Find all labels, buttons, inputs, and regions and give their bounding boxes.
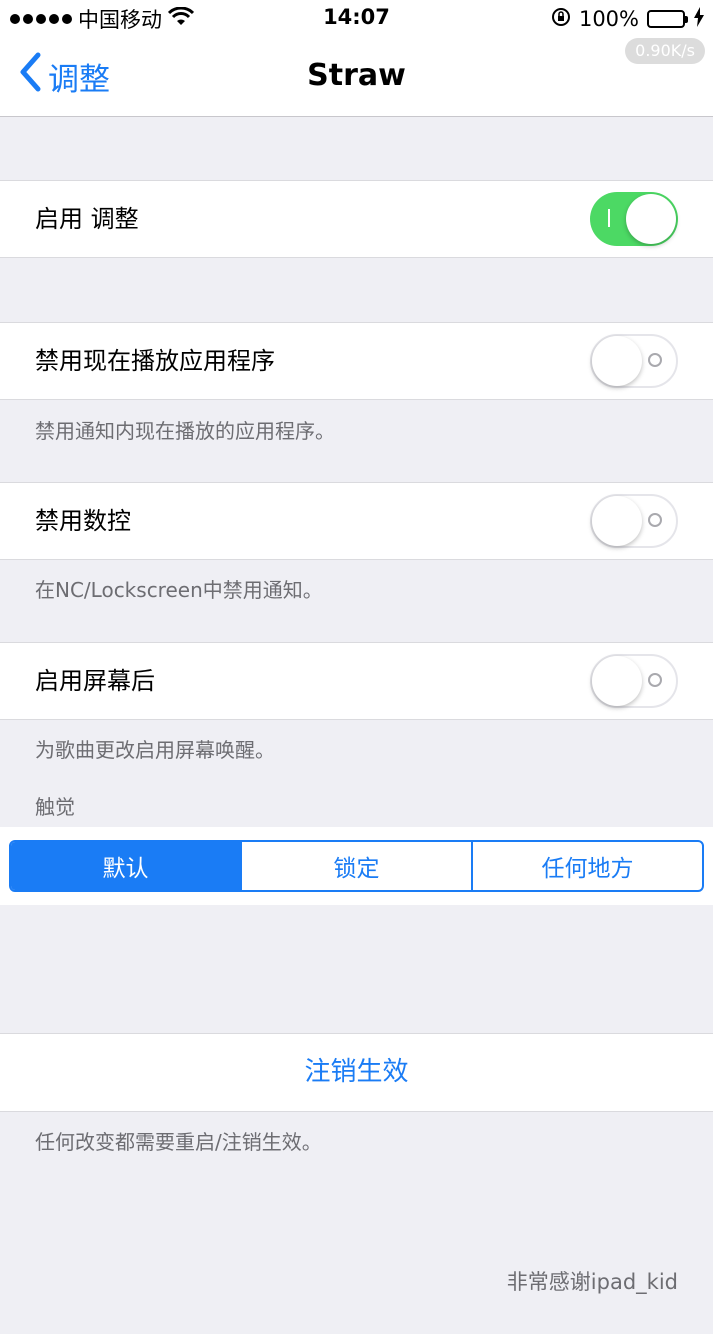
respring-footer: 任何改变都需要重启/注销生效。 — [35, 1130, 322, 1154]
haptics-segmented-control: 默认 锁定 任何地方 — [9, 840, 704, 892]
enable-screen-cell: 启用屏幕后 — [0, 642, 713, 720]
disable-nc-cell: 禁用数控 — [0, 482, 713, 560]
credit-text: 非常感谢ipad_kid — [506, 1270, 678, 1294]
navigation-bar: 调整 Straw — [0, 38, 713, 117]
disable-now-playing-label: 禁用现在播放应用程序 — [35, 347, 275, 375]
disable-now-playing-footer: 禁用通知内现在播放的应用程序。 — [35, 419, 335, 443]
segment-default[interactable]: 默认 — [11, 842, 240, 890]
disable-nc-label: 禁用数控 — [35, 507, 131, 535]
enable-tweak-cell: 启用 调整 — [0, 180, 713, 258]
enable-tweak-toggle[interactable] — [590, 192, 678, 246]
status-right: 100% — [551, 5, 705, 33]
enable-tweak-label: 启用 调整 — [35, 205, 139, 233]
segment-anywhere[interactable]: 任何地方 — [471, 842, 702, 890]
battery-icon — [647, 10, 688, 28]
enable-screen-footer: 为歌曲更改启用屏幕唤醒。 — [35, 738, 275, 762]
disable-now-playing-toggle[interactable] — [590, 334, 678, 388]
enable-screen-toggle[interactable] — [590, 654, 678, 708]
disable-nc-toggle[interactable] — [590, 494, 678, 548]
disable-now-playing-cell: 禁用现在播放应用程序 — [0, 322, 713, 400]
charging-bolt-icon — [693, 6, 705, 32]
haptics-header: 触觉 — [35, 795, 75, 819]
respring-button[interactable]: 注销生效 — [0, 1033, 713, 1112]
segment-lock[interactable]: 锁定 — [240, 842, 471, 890]
disable-nc-footer: 在NC/Lockscreen中禁用通知。 — [35, 578, 323, 602]
battery-percent: 100% — [578, 7, 639, 31]
haptics-segment-cell: 默认 锁定 任何地方 — [0, 827, 713, 905]
status-bar: 中国移动 14:07 100% — [0, 0, 713, 38]
network-speed-badge: 0.90K/s — [625, 38, 705, 64]
enable-screen-label: 启用屏幕后 — [35, 667, 155, 695]
page-title: Straw — [307, 58, 406, 93]
rotation-lock-icon — [551, 7, 571, 32]
